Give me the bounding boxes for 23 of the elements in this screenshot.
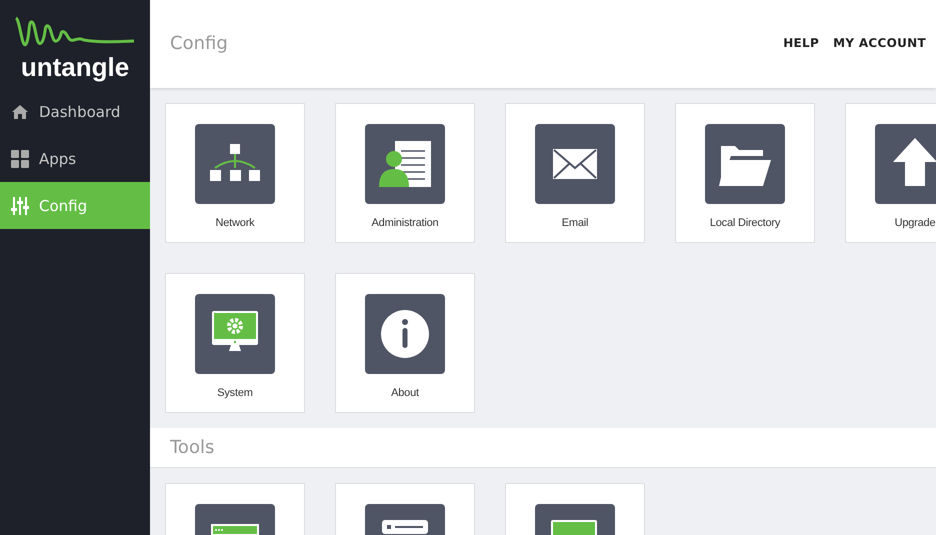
page-title: Config [170,32,229,54]
header-link[interactable]: HELP [783,36,820,50]
section-title: Tools [170,437,214,458]
sidebar-item[interactable]: Dashboard [0,88,150,135]
config-tile[interactable]: Local Directory [675,103,815,243]
monitor-gear-icon [195,294,275,374]
info-icon [365,294,445,374]
config-tile[interactable]: System [165,273,305,413]
config-tile[interactable]: About [335,273,475,413]
config-tile[interactable]: Administration [335,103,475,243]
sidebar-item[interactable]: Apps [0,135,150,182]
config-tile[interactable]: Email [505,103,645,243]
home-icon [11,104,29,120]
sliders-icon [11,196,29,214]
network-icon [195,124,275,204]
grid-icon [11,150,29,168]
logo-text: untangle [20,54,130,80]
header-link[interactable]: MY ACCOUNT [833,36,926,50]
folder-icon [705,124,785,204]
envelope-icon [535,124,615,204]
config-tile[interactable]: Network [165,103,305,243]
person-document-icon [365,124,445,204]
config-tile[interactable]: Upgrade [845,103,936,243]
